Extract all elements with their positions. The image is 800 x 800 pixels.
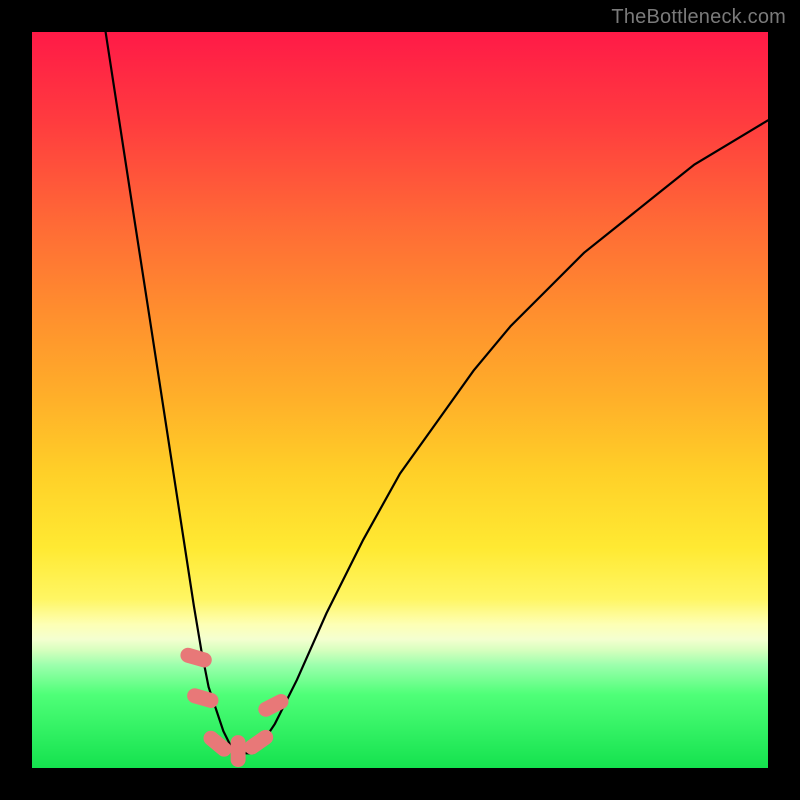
marker-layer: [179, 646, 291, 767]
curve-marker: [231, 735, 246, 767]
curve-layer: [106, 32, 768, 753]
curve-marker: [185, 686, 220, 709]
bottleneck-curve: [106, 32, 768, 753]
curve-marker: [256, 691, 291, 719]
watermark-text: TheBottleneck.com: [611, 6, 786, 29]
plot-area: [32, 32, 768, 768]
curve-marker: [179, 646, 214, 669]
chart-frame: TheBottleneck.com: [0, 0, 800, 800]
chart-svg: [32, 32, 768, 768]
